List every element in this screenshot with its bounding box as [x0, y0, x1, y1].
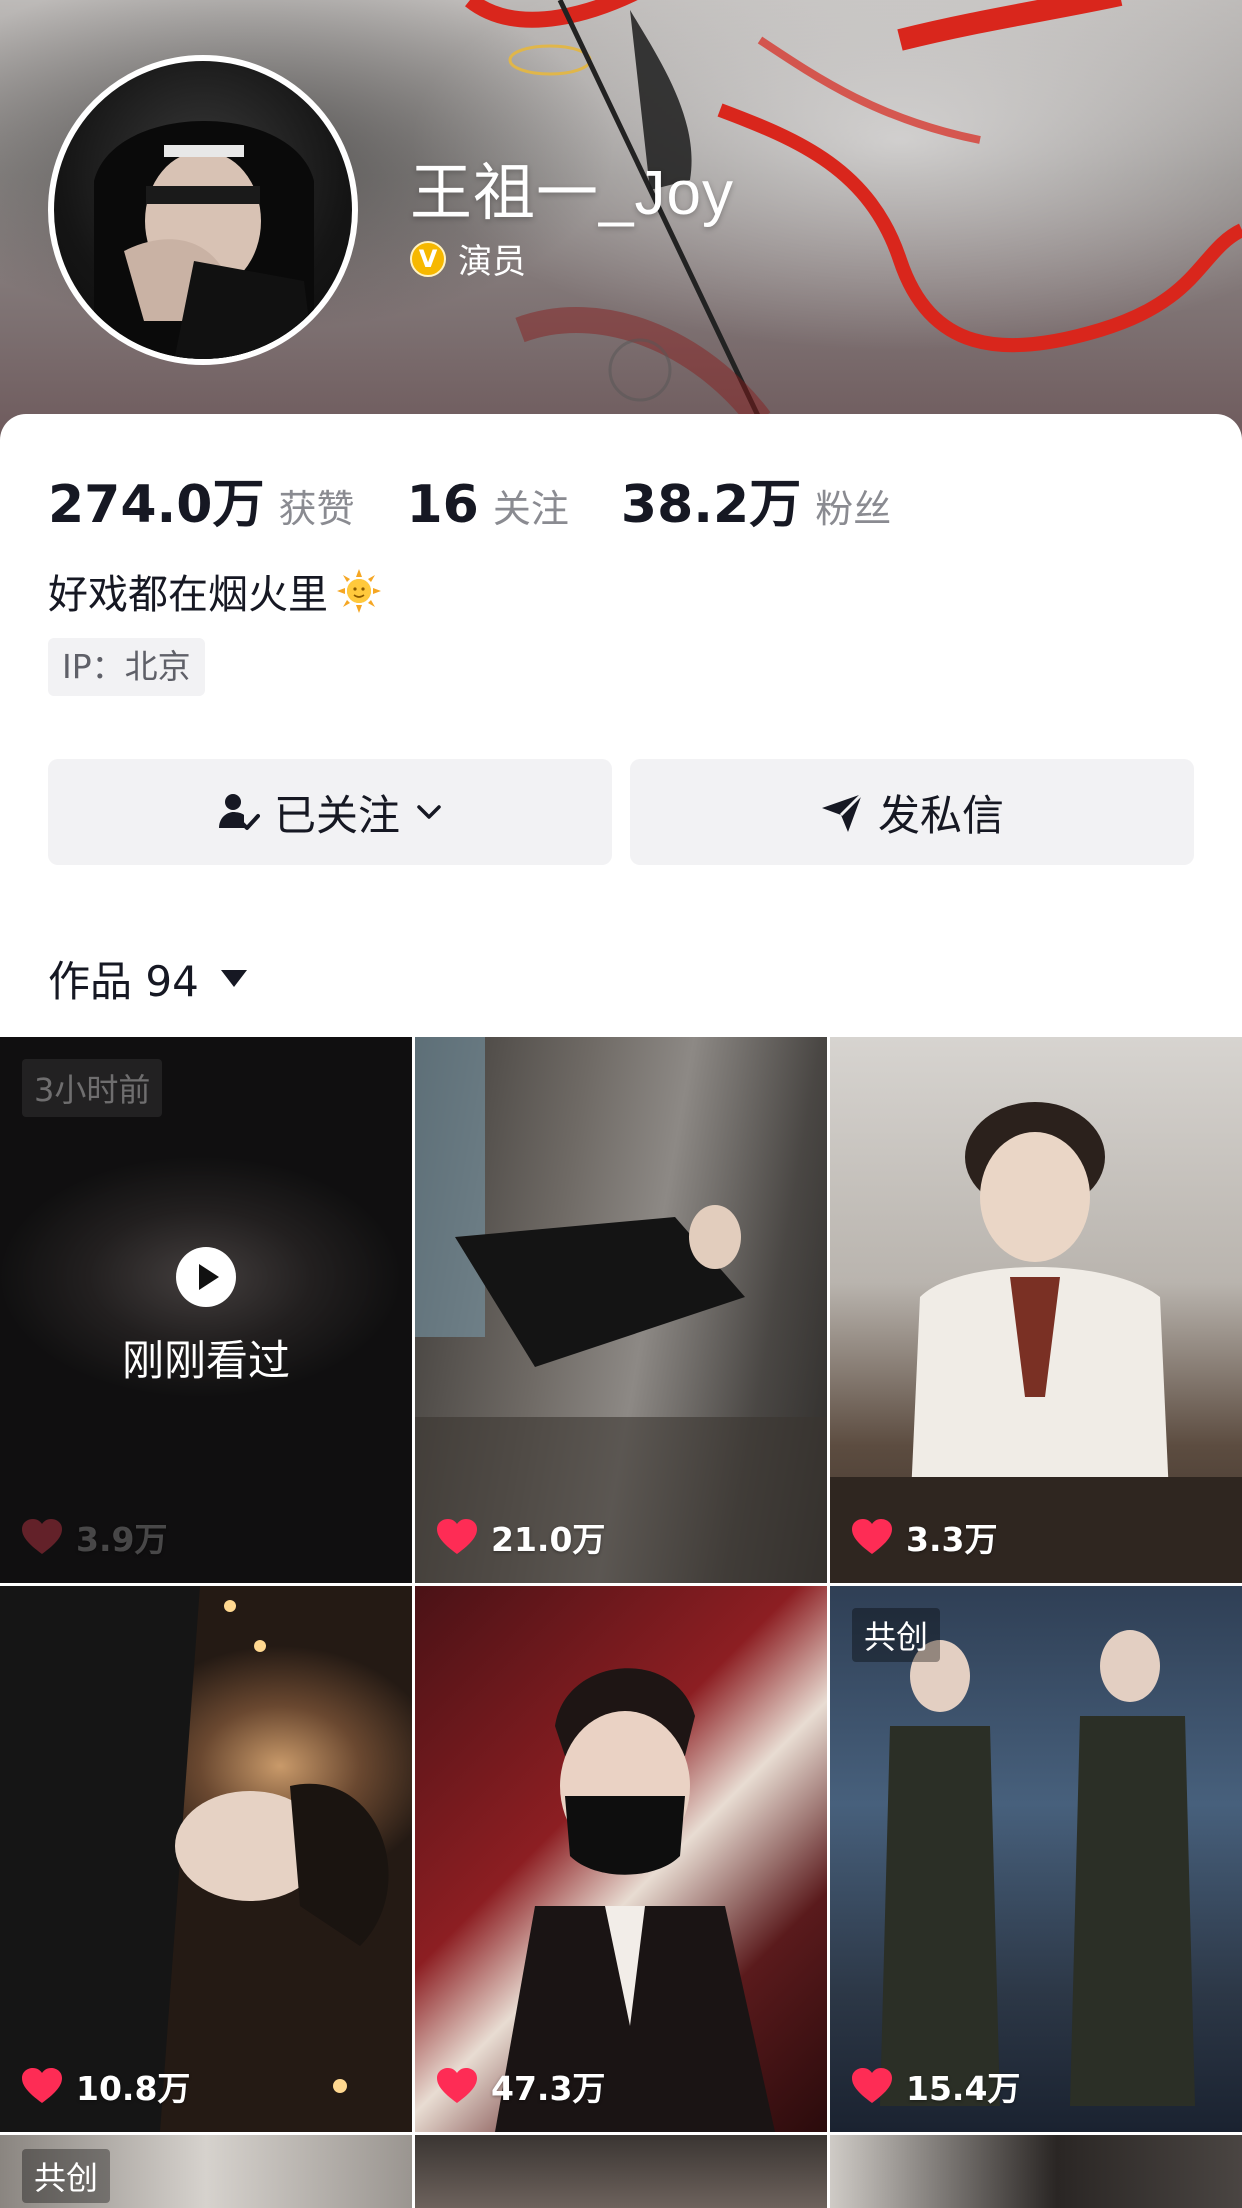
work-photo-figure: [0, 1586, 389, 2132]
verification-label: 演员: [458, 242, 526, 282]
send-message-label: 发私信: [877, 790, 1004, 840]
profile-banner: 王祖一_Joy V 演员: [0, 0, 1242, 440]
stat-followers-value: 38.2万: [620, 475, 802, 535]
work-item[interactable]: 3.3万: [830, 1037, 1242, 1583]
stat-likes-label: 获赞: [278, 487, 355, 531]
play-icon: [176, 1247, 236, 1307]
co-creation-badge: 共创: [22, 2149, 111, 2203]
like-count: 10.8万: [22, 2062, 190, 2110]
work-item[interactable]: 共创 15.4万: [830, 1586, 1242, 2132]
work-item[interactable]: 21.0万: [415, 1037, 827, 1583]
verified-icon: V: [410, 240, 446, 277]
work-thumbnail: [415, 2135, 827, 2208]
chevron-down-icon: [417, 805, 441, 819]
heart-icon: [852, 1519, 892, 1554]
user-check-icon: [218, 794, 260, 830]
paper-plane-icon: [821, 792, 864, 832]
like-count: 47.3万: [437, 2062, 605, 2110]
work-item[interactable]: [415, 2135, 827, 2208]
like-count: 3.3万: [852, 1513, 997, 1561]
co-creation-badge: 共创: [852, 1608, 941, 1662]
work-photo-figure: [880, 1630, 1195, 2106]
avatar-photo: [94, 121, 314, 359]
sun-emoji-icon: [337, 569, 381, 613]
like-count-value: 47.3万: [491, 2069, 606, 2108]
stat-following-label: 关注: [492, 487, 569, 531]
work-item[interactable]: 共创: [0, 2135, 412, 2208]
following-button[interactable]: 已关注: [48, 759, 612, 865]
bio-text: 好戏都在烟火里: [48, 572, 328, 618]
works-tab-label: 作品 94: [48, 957, 199, 1006]
like-count: 21.0万: [437, 1513, 605, 1561]
stats-row: 274.0万 获赞 16 关注 38.2万 粉丝: [48, 462, 943, 537]
heart-icon: [22, 1519, 62, 1554]
stat-following[interactable]: 16 关注: [407, 475, 569, 535]
work-photo-figure: [415, 1037, 827, 1583]
like-count: 15.4万: [852, 2062, 1020, 2110]
like-count-value: 10.8万: [76, 2069, 191, 2108]
heart-icon: [437, 2068, 477, 2103]
work-photo-figure: [830, 1102, 1242, 1583]
stat-followers[interactable]: 38.2万 粉丝: [621, 462, 891, 537]
verification-row: V 演员: [410, 234, 526, 283]
heart-icon: [437, 1519, 477, 1554]
work-item[interactable]: 3小时前 刚刚看过 3.9万: [0, 1037, 412, 1583]
stat-following-value: 16: [406, 475, 479, 535]
following-button-label: 已关注: [273, 790, 400, 840]
avatar[interactable]: [48, 55, 358, 365]
heart-icon: [22, 2068, 62, 2103]
time-badge: 3小时前: [22, 1059, 163, 1117]
like-count-value: 15.4万: [906, 2069, 1021, 2108]
ip-location-tag: IP：北京: [48, 638, 205, 696]
works-tab[interactable]: 作品 94: [48, 948, 247, 1009]
stat-likes[interactable]: 274.0万 获赞: [48, 462, 355, 537]
work-photo-figure: [495, 1668, 775, 2132]
like-count: 3.9万: [22, 1513, 167, 1561]
work-item[interactable]: 47.3万: [415, 1586, 827, 2132]
watched-label: 刚刚看过: [121, 1336, 290, 1385]
work-item[interactable]: [830, 2135, 1242, 2208]
like-count-value: 3.3万: [906, 1520, 998, 1559]
bio: 好戏都在烟火里: [48, 562, 382, 620]
watched-overlay: [0, 1037, 412, 1583]
caret-down-icon: [220, 970, 247, 987]
heart-icon: [852, 2068, 892, 2103]
send-message-button[interactable]: 发私信: [630, 759, 1194, 865]
stat-likes-value: 274.0万: [48, 475, 265, 535]
stat-followers-label: 粉丝: [815, 487, 892, 531]
nickname: 王祖一_Joy: [410, 159, 734, 228]
like-count-value: 21.0万: [491, 1520, 606, 1559]
work-item[interactable]: 10.8万: [0, 1586, 412, 2132]
work-thumbnail: [830, 2135, 1242, 2208]
profile-card: 274.0万 获赞 16 关注 38.2万 粉丝 好戏都在烟火里 IP：北京 已…: [0, 414, 1242, 1036]
like-count-value: 3.9万: [76, 1520, 168, 1559]
